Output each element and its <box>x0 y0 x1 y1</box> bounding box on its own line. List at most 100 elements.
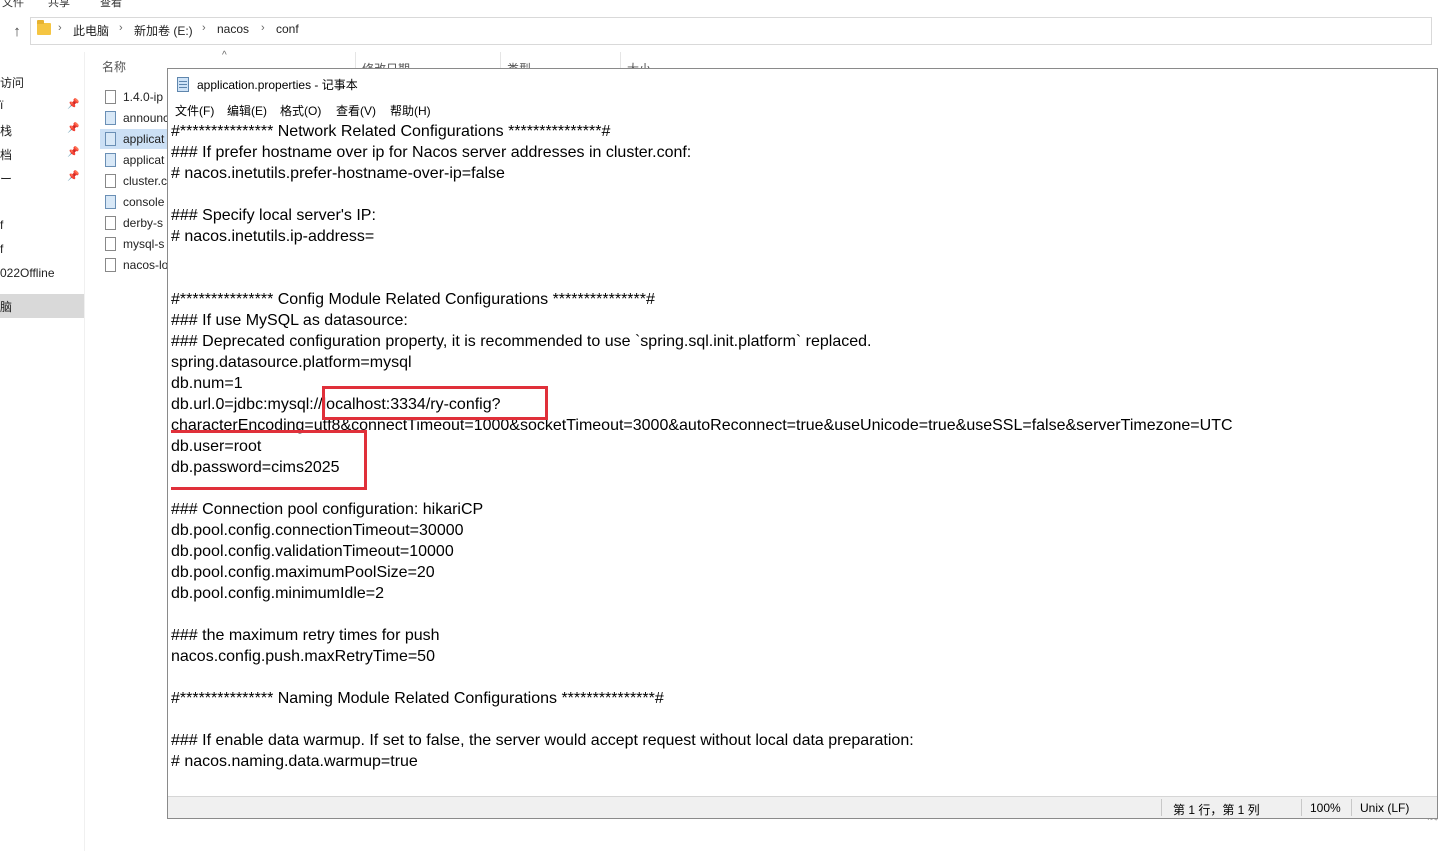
file-row[interactable]: cluster.c <box>100 171 168 191</box>
notepad-title-bar[interactable]: application.properties - 记事本 <box>168 69 1437 98</box>
file-row[interactable]: console <box>100 192 168 212</box>
pin-icon: 📌 <box>67 147 80 158</box>
nav-item[interactable]: 档 📌 <box>0 144 84 164</box>
address-bar[interactable]: › 此电脑 › 新加卷 (E:) › nacos › conf <box>30 17 1432 45</box>
window-title: application.properties - 记事本 <box>197 78 358 92</box>
text-line: ### the maximum retry times for push <box>171 627 440 644</box>
notepad-window[interactable]: application.properties - 记事本 文件(F) 编辑(E)… <box>167 68 1438 819</box>
nav-item[interactable]: 栈 📌 <box>0 120 84 140</box>
notepad-icon <box>177 77 189 92</box>
ribbon-tab-clipped[interactable]: 共享 <box>48 0 70 10</box>
status-divider <box>1161 799 1162 816</box>
cursor-position: 第 1 行，第 1 列 <box>1173 803 1260 817</box>
text-line: db.pool.config.validationTimeout=10000 <box>171 543 454 560</box>
zoom-level: 100% <box>1310 801 1341 815</box>
highlight-box-url <box>322 386 548 420</box>
file-row[interactable]: derby-s <box>100 213 168 233</box>
file-row[interactable]: nacos-lo <box>100 255 168 275</box>
highlight-box-credentials <box>171 430 367 490</box>
menu-edit[interactable]: 编辑(E) <box>227 102 267 119</box>
config-file-icon <box>105 111 116 125</box>
nav-item[interactable]: 访问 <box>0 72 84 92</box>
nav-item-this-pc[interactable]: 脑 <box>0 294 84 318</box>
document-icon <box>105 258 116 272</box>
text-line: ### Deprecated configuration property, i… <box>171 333 872 350</box>
pin-icon: 📌 <box>67 99 80 110</box>
file-row[interactable]: announc <box>100 108 168 128</box>
text-line: ### If use MySQL as datasource: <box>171 312 408 329</box>
chevron-right-icon[interactable]: › <box>202 22 206 34</box>
chevron-right-icon[interactable]: › <box>119 22 123 34</box>
config-file-icon <box>105 132 116 146</box>
file-name: console <box>123 195 165 209</box>
document-icon <box>105 237 116 251</box>
menu-format[interactable]: 格式(O) <box>280 102 321 119</box>
config-file-icon <box>105 195 116 209</box>
file-name: announc <box>123 111 168 125</box>
text-line: db.pool.config.maximumPoolSize=20 <box>171 564 435 581</box>
ribbon-tab-clipped[interactable]: 查看 <box>100 0 122 10</box>
text-line: ### If prefer hostname over ip for Nacos… <box>171 144 692 161</box>
file-name: derby-s <box>123 216 164 230</box>
nav-item[interactable]: ー 📌 <box>0 168 84 188</box>
nav-item-label: ー <box>0 172 13 186</box>
menu-view[interactable]: 查看(V) <box>336 102 376 119</box>
menu-bar: 文件(F) 编辑(E) 格式(O) 查看(V) 帮助(H) <box>168 98 1437 120</box>
nav-item[interactable]: ï 📌 <box>0 96 84 116</box>
nav-item-label: 栈 <box>0 124 13 138</box>
text-line: #*************** Naming Module Related C… <box>171 690 664 707</box>
text-editor-area[interactable]: ### If enable the instance auto expirati… <box>171 120 1437 796</box>
text-line: ### Connection pool configuration: hikar… <box>171 501 484 518</box>
up-arrow-icon[interactable]: ↑ <box>7 22 27 42</box>
text-line: #*************** Network Related Configu… <box>171 123 611 140</box>
menu-help[interactable]: 帮助(H) <box>390 102 431 119</box>
explorer-address-row: ↑ › 此电脑 › 新加卷 (E:) › nacos › conf <box>0 10 1438 52</box>
file-name: applicat <box>123 153 165 167</box>
pin-icon: 📌 <box>67 123 80 134</box>
document-icon <box>105 216 116 230</box>
chevron-right-icon[interactable]: › <box>58 22 62 34</box>
nav-item[interactable]: f <box>0 216 84 236</box>
file-name: 1.4.0-ip <box>123 90 164 104</box>
text-line: ### If enable data warmup. If set to fal… <box>171 732 914 749</box>
document-icon <box>105 174 116 188</box>
chevron-right-icon[interactable]: › <box>261 22 265 34</box>
nav-item[interactable]: 022Offline <box>0 264 84 284</box>
nav-item-label: 脑 <box>0 300 13 314</box>
file-row[interactable]: mysql-s <box>100 234 168 254</box>
text-line: # nacos.inetutils.ip-address= <box>171 228 375 245</box>
status-divider <box>1301 799 1302 816</box>
nav-item-label: f <box>0 218 4 232</box>
breadcrumb-drive[interactable]: 新加卷 (E:) <box>134 22 193 39</box>
nav-item[interactable]: f <box>0 240 84 260</box>
ribbon-tab-clipped[interactable]: 文件 <box>2 0 24 10</box>
file-row[interactable]: 1.4.0-ip <box>100 87 168 107</box>
breadcrumb-conf[interactable]: conf <box>276 22 299 36</box>
file-name: nacos-lo <box>123 258 168 272</box>
text-line: nacos.config.push.maxRetryTime=50 <box>171 648 435 665</box>
breadcrumb-this-pc[interactable]: 此电脑 <box>73 22 109 39</box>
text-line: #*************** Config Module Related C… <box>171 291 655 308</box>
file-name: applicat <box>123 132 165 146</box>
pin-icon: 📌 <box>67 171 80 182</box>
text-line: # nacos.inetutils.prefer-hostname-over-i… <box>171 165 505 182</box>
line-ending: Unix (LF) <box>1360 801 1410 815</box>
file-name: mysql-s <box>123 237 165 251</box>
nav-item-label: ï <box>0 98 4 112</box>
text-line: ### Specify local server's IP: <box>171 207 376 224</box>
sort-ascending-icon[interactable]: ^ <box>222 50 227 61</box>
status-bar: 第 1 行，第 1 列 100% Unix (LF) <box>168 796 1437 818</box>
menu-file[interactable]: 文件(F) <box>175 102 214 119</box>
status-divider <box>1351 799 1352 816</box>
column-header-name[interactable]: 名称 <box>102 58 126 75</box>
file-row-selected[interactable]: applicat <box>100 129 168 149</box>
text-line: db.pool.config.connectionTimeout=30000 <box>171 522 464 539</box>
breadcrumb-nacos[interactable]: nacos <box>217 22 249 36</box>
nav-item-label: 档 <box>0 148 13 162</box>
file-name: cluster.c <box>123 174 168 188</box>
text-line: db.num=1 <box>171 375 243 392</box>
navigation-pane: 访问 ï 📌 栈 📌 档 📌 ー 📌 f f 022Offline 脑 <box>0 52 85 851</box>
file-row[interactable]: applicat <box>100 150 168 170</box>
nav-item-label: 访问 <box>0 76 25 90</box>
text-line: db.pool.config.minimumIdle=2 <box>171 585 385 602</box>
